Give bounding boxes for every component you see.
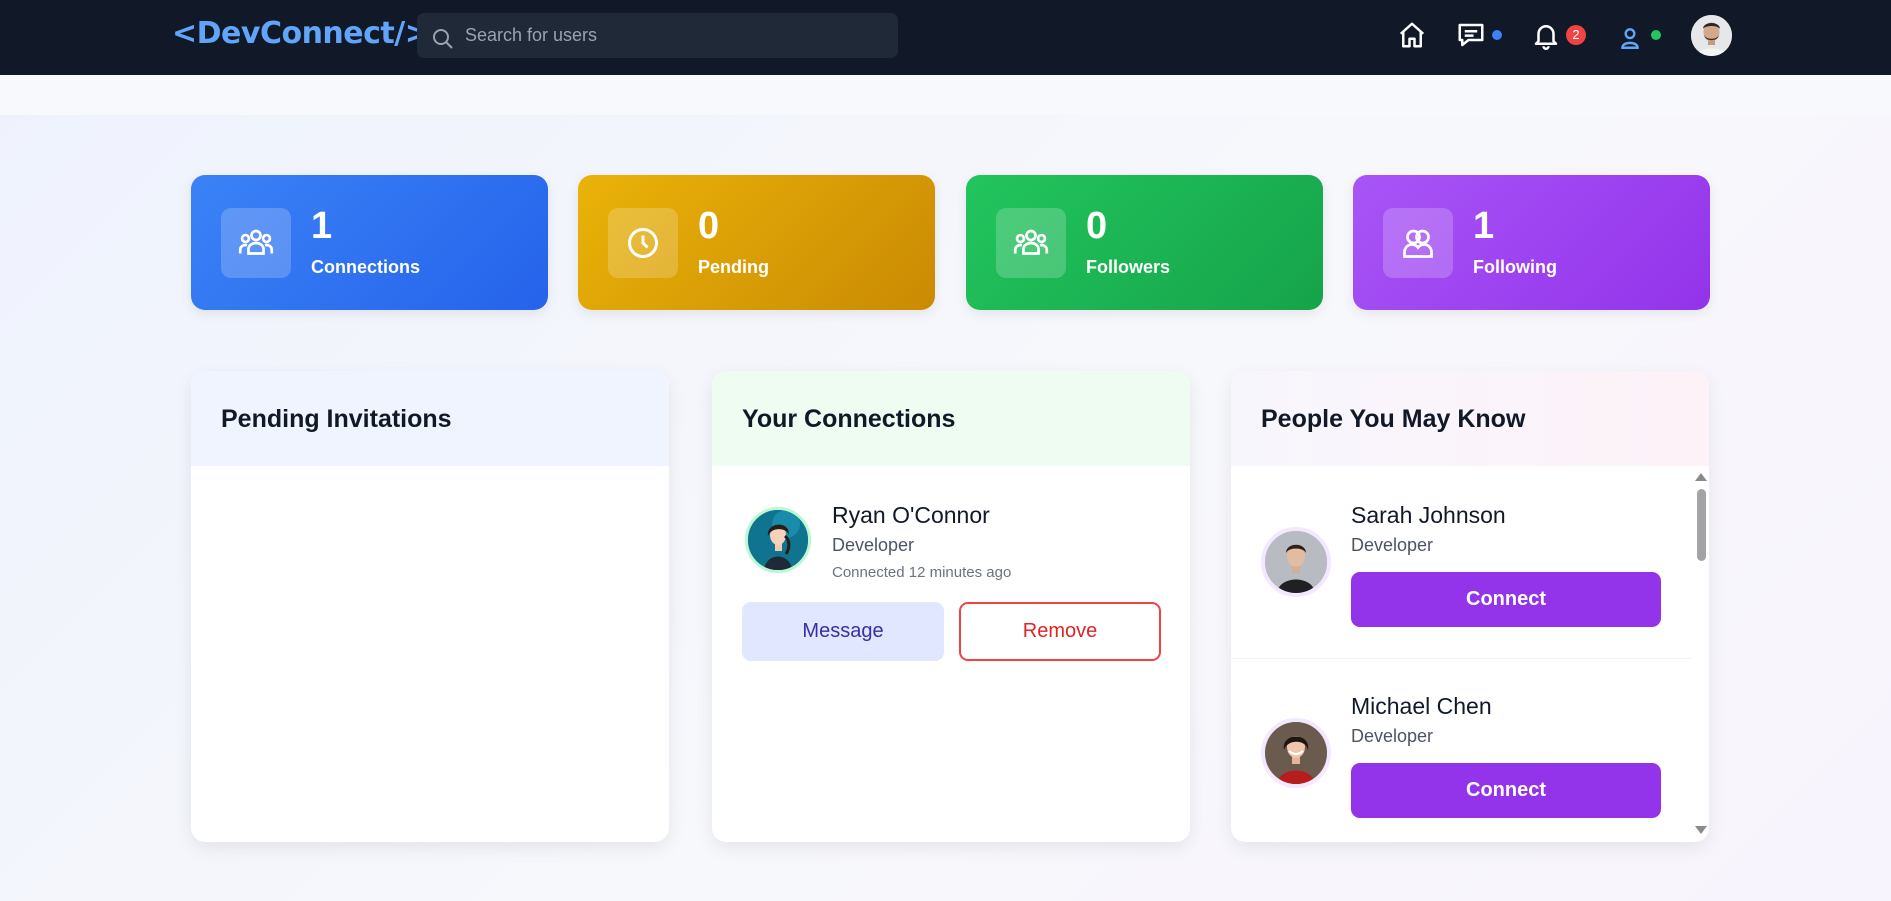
search-input[interactable] xyxy=(465,13,885,58)
navbar: <DevConnect/> 2 xyxy=(0,0,1891,75)
sub-header xyxy=(0,75,1891,115)
stat-card-pending[interactable]: 0 Pending xyxy=(578,175,935,310)
stat-label: Followers xyxy=(1086,257,1171,277)
connection-time: Connected 12 minutes ago xyxy=(832,564,1012,581)
stat-value: 1 xyxy=(311,205,333,247)
pending-invitations-panel: Pending Invitations xyxy=(191,371,669,842)
scrollbar-thumb[interactable] xyxy=(1697,489,1706,561)
suggestion-name[interactable]: Michael Chen xyxy=(1351,693,1492,720)
connect-button[interactable]: Connect xyxy=(1351,763,1661,818)
message-button[interactable]: Message xyxy=(742,602,944,661)
messages-dot xyxy=(1492,30,1502,40)
user-icon[interactable] xyxy=(1617,25,1643,51)
user-group-icon xyxy=(1403,229,1433,258)
stat-label: Following xyxy=(1473,257,1557,277)
connection-role: Developer xyxy=(832,535,915,555)
stat-card-followers[interactable]: 0 Followers xyxy=(966,175,1323,310)
stat-icon-box xyxy=(1383,208,1453,278)
search-icon xyxy=(433,29,453,49)
bell-icon[interactable] xyxy=(1531,20,1561,50)
stat-icon-box xyxy=(608,208,678,278)
clock-icon xyxy=(628,228,658,258)
people-you-may-know-panel: People You May Know Sarah Johnson Develo… xyxy=(1231,371,1709,842)
users-icon xyxy=(238,229,274,255)
stat-card-connections[interactable]: 1 Connections xyxy=(191,175,548,310)
stat-card-following[interactable]: 1 Following xyxy=(1353,175,1710,310)
panel-header: People You May Know xyxy=(1231,371,1709,466)
avatar[interactable] xyxy=(1261,527,1331,597)
notification-badge: 2 xyxy=(1566,25,1586,45)
avatar[interactable] xyxy=(745,507,811,573)
panel-title: Pending Invitations xyxy=(221,405,452,433)
search-bar xyxy=(417,13,898,58)
connect-button[interactable]: Connect xyxy=(1351,572,1661,627)
remove-button[interactable]: Remove xyxy=(959,602,1161,661)
suggestion-role: Developer xyxy=(1351,535,1434,555)
stat-value: 0 xyxy=(698,205,720,247)
users-icon xyxy=(1013,229,1049,255)
divider xyxy=(1231,658,1693,659)
connection-name[interactable]: Ryan O'Connor xyxy=(832,502,990,529)
stat-value: 1 xyxy=(1473,205,1495,247)
app-logo[interactable]: <DevConnect/> xyxy=(172,16,430,51)
panel-header: Your Connections xyxy=(712,371,1190,466)
connections-panel: Your Connections Ryan O'Connor Developer… xyxy=(712,371,1190,842)
panel-title: Your Connections xyxy=(742,405,956,433)
suggestion-name[interactable]: Sarah Johnson xyxy=(1351,502,1506,529)
scroll-down-icon[interactable] xyxy=(1695,826,1707,836)
home-icon[interactable] xyxy=(1397,20,1427,50)
scroll-up-icon[interactable] xyxy=(1695,471,1707,481)
panel-title: People You May Know xyxy=(1261,405,1526,433)
avatar[interactable] xyxy=(1261,718,1331,788)
stat-icon-box xyxy=(221,208,291,278)
user-avatar[interactable] xyxy=(1691,15,1732,56)
stat-label: Pending xyxy=(698,257,769,277)
suggestion-role: Developer xyxy=(1351,726,1434,746)
online-status-dot xyxy=(1651,30,1661,40)
stat-value: 0 xyxy=(1086,205,1108,247)
stat-label: Connections xyxy=(311,257,421,277)
stat-icon-box xyxy=(996,208,1066,278)
panel-header: Pending Invitations xyxy=(191,371,669,466)
messages-icon[interactable] xyxy=(1456,20,1486,50)
